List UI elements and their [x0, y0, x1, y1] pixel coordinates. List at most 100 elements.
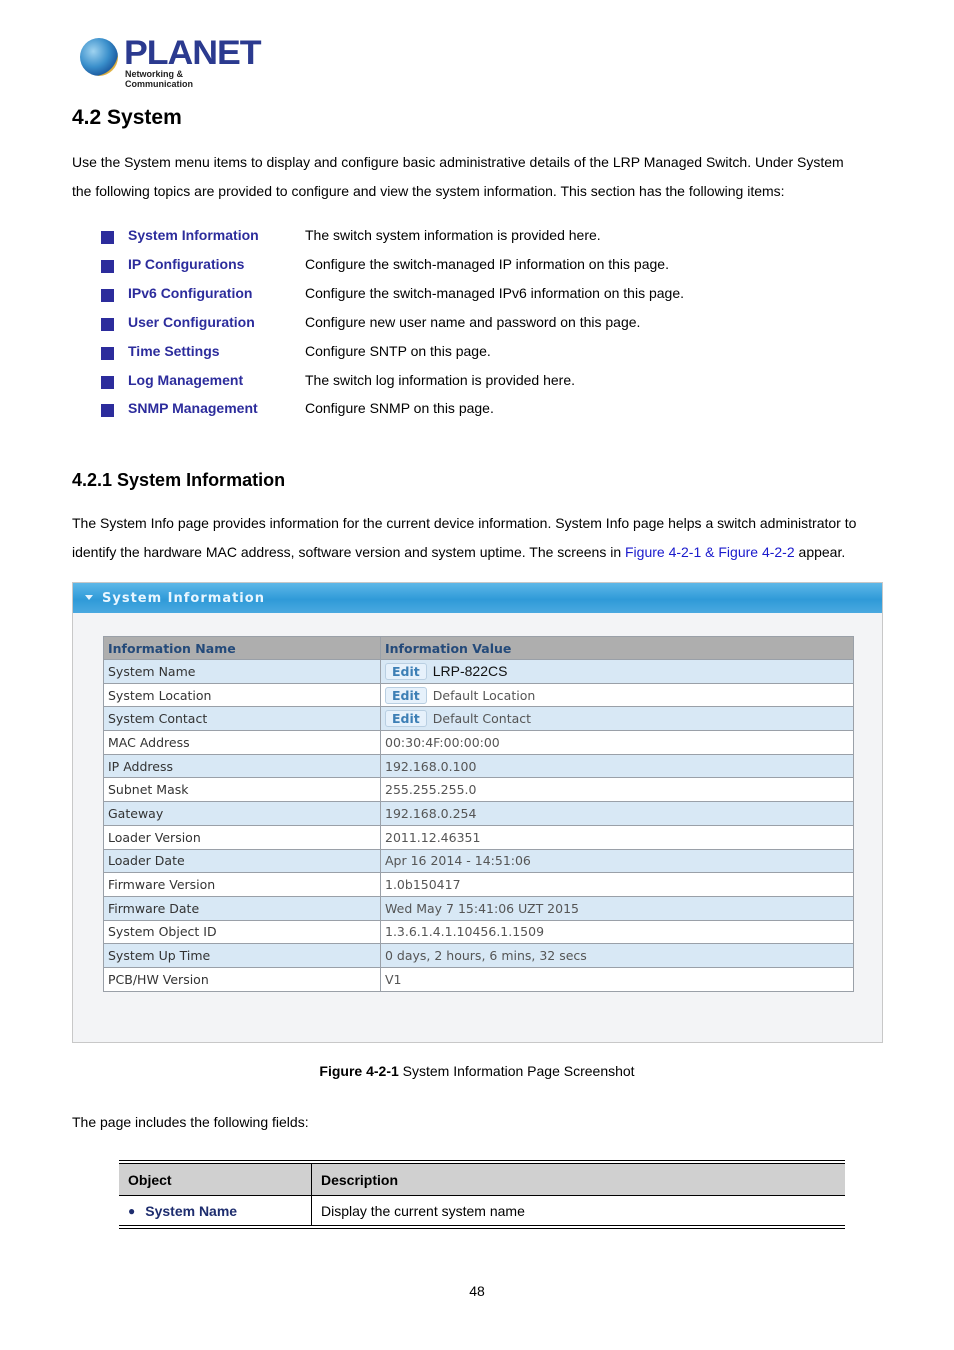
info-value: 0 days, 2 hours, 6 mins, 32 secs	[385, 948, 587, 964]
info-value-cell: Wed May 7 15:41:06 UZT 2015	[380, 895, 854, 921]
info-value: 2011.12.46351	[385, 829, 481, 845]
info-value-cell: V1	[380, 966, 854, 992]
square-bullet-icon	[101, 376, 114, 389]
table-row: Loader Date Apr 16 2014 - 14:51:06	[103, 848, 854, 874]
info-value-cell: 1.0b150417	[380, 872, 854, 897]
info-name: System Up Time	[103, 943, 381, 968]
table-row: System Object ID 1.3.6.1.4.1.10456.1.1509	[103, 919, 854, 945]
caption-text: System Information Page Screenshot	[398, 1063, 635, 1079]
topic-description: Configure the switch-managed IP informat…	[305, 256, 669, 272]
topic-link[interactable]: Time Settings	[128, 343, 220, 359]
table-row: Firmware Version 1.0b150417	[103, 872, 854, 897]
figure-caption: Figure 4-2-1 System Information Page Scr…	[0, 1063, 954, 1079]
square-bullet-icon	[101, 318, 114, 331]
info-name: Firmware Date	[103, 895, 381, 921]
square-bullet-icon	[101, 231, 114, 244]
info-value-cell: 0 days, 2 hours, 6 mins, 32 secs	[380, 943, 854, 968]
topic-link[interactable]: IP Configurations	[128, 256, 244, 272]
bullet-icon: ●	[128, 1203, 136, 1218]
table-row: System Up Time 0 days, 2 hours, 6 mins, 3…	[103, 943, 854, 968]
info-name: System Location	[103, 682, 381, 708]
info-value: 1.0b150417	[385, 877, 461, 893]
info-value: Apr 16 2014 - 14:51:06	[385, 853, 531, 869]
collapse-arrow-icon[interactable]	[85, 595, 93, 600]
subsection-line-1: The System Info page provides informatio…	[72, 515, 857, 531]
info-name: MAC Address	[103, 730, 381, 755]
topic-description: Configure SNMP on this page.	[305, 400, 494, 416]
info-value: LRP-822CS	[432, 662, 508, 679]
logo-tagline: Networking & Communication	[125, 69, 194, 89]
topic-description: Configure SNTP on this page.	[305, 343, 491, 359]
edit-button[interactable]: Edit	[385, 662, 427, 680]
info-name: PCB/HW Version	[103, 966, 381, 992]
edit-button[interactable]: Edit	[385, 710, 427, 728]
table-row: Subnet Mask 255.255.255.0	[103, 777, 854, 803]
panel-title: System Information	[102, 591, 265, 606]
info-value: 1.3.6.1.4.1.10456.1.1509	[385, 924, 545, 940]
table-row: MAC Address 00:30:4F:00:00:00	[103, 730, 854, 755]
fields-table-row: ● System Name Display the current system n…	[119, 1196, 845, 1225]
intro-line-1: Use the System menu items to display and…	[72, 154, 844, 170]
topic-link[interactable]: User Configuration	[128, 314, 255, 330]
info-value-cell: Edit LRP-822CS	[380, 659, 854, 684]
description-cell: Display the current system name	[321, 1202, 525, 1219]
square-bullet-icon	[101, 404, 114, 417]
info-name: Subnet Mask	[103, 777, 381, 803]
info-value-cell: 192.168.0.254	[380, 801, 854, 826]
caption-label: Figure 4-2-1	[319, 1063, 399, 1079]
info-name: System Object ID	[103, 919, 381, 945]
logo-brand: PLANET	[124, 34, 262, 72]
table-row: Gateway 192.168.0.254	[103, 801, 854, 826]
figure-link[interactable]: Figure 4-2-1 & Figure 4-2-2	[625, 544, 795, 560]
planet-logo: PLANET Networking & Communication	[78, 34, 262, 89]
info-value: V1	[385, 971, 402, 987]
table-row: IP Address 192.168.0.100	[103, 753, 854, 779]
info-value: 192.168.0.100	[385, 758, 477, 774]
info-value-cell: 1.3.6.1.4.1.10456.1.1509	[380, 919, 854, 945]
topic-link[interactable]: IPv6 Configuration	[128, 285, 252, 301]
topic-description: Configure new user name and password on …	[305, 314, 641, 330]
subsection-paragraph: The System Info page provides informatio…	[72, 509, 892, 567]
info-value: 00:30:4F:00:00:00	[385, 734, 500, 750]
info-name: Loader Version	[103, 824, 381, 850]
table-row: PCB/HW Version V1	[103, 966, 854, 992]
page-number: 48	[469, 1283, 485, 1299]
topic-description: The switch system information is provide…	[305, 227, 601, 243]
info-name: Loader Date	[103, 848, 381, 874]
info-name: Gateway	[103, 801, 381, 826]
column-header-object: Object	[119, 1164, 312, 1195]
table-row: Loader Version 2011.12.46351	[103, 824, 854, 850]
topic-link[interactable]: SNMP Management	[128, 400, 258, 416]
panel-header[interactable]: System Information	[73, 583, 882, 613]
table-header-row: Information Name Information Value	[103, 636, 854, 660]
object-name: System Name	[145, 1202, 238, 1219]
info-name: Firmware Version	[103, 872, 381, 897]
fields-intro: The page includes the following fields:	[72, 1114, 309, 1130]
topic-link[interactable]: Log Management	[128, 372, 243, 388]
info-value: Wed May 7 15:41:06 UZT 2015	[385, 900, 579, 916]
edit-button[interactable]: Edit	[385, 686, 427, 704]
info-value: Default Location	[432, 687, 536, 703]
intro-line-2: the following topics are provided to con…	[72, 183, 785, 199]
info-value-cell: 00:30:4F:00:00:00	[380, 730, 854, 755]
section-title: 4.2 System	[72, 106, 182, 129]
fields-table: Object Description ● System Name Display t…	[119, 1160, 845, 1229]
object-cell: ● System Name	[119, 1196, 312, 1225]
info-name: System Name	[103, 659, 381, 684]
column-header-name: Information Name	[103, 636, 381, 660]
section-intro: Use the System menu items to display and…	[72, 148, 892, 206]
info-value-cell: Edit Default Contact	[380, 706, 854, 732]
info-value-cell: 2011.12.46351	[380, 824, 854, 850]
table-row: Firmware Date Wed May 7 15:41:06 UZT 2015	[103, 895, 854, 921]
info-value-cell: 255.255.255.0	[380, 777, 854, 803]
topic-link[interactable]: System Information	[128, 227, 259, 243]
info-value: 192.168.0.254	[385, 805, 477, 821]
topic-description: The switch log information is provided h…	[305, 372, 576, 388]
subsection-line-2-post: appear.	[794, 544, 846, 560]
info-value-cell: Apr 16 2014 - 14:51:06	[380, 848, 854, 874]
table-row: System Contact Edit Default Contact	[103, 706, 854, 732]
info-value: 255.255.255.0	[385, 782, 477, 798]
info-name: System Contact	[103, 706, 381, 732]
square-bullet-icon	[101, 289, 114, 302]
system-info-table: Information Name Information Value Syste…	[103, 636, 854, 992]
